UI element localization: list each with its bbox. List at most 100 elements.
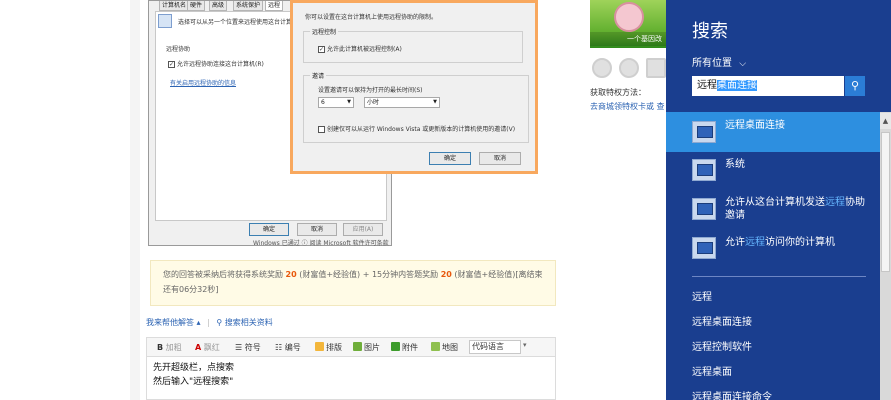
privilege-label: 获取特权方法： <box>590 88 646 97</box>
tab-computer-name[interactable]: 计算机名 <box>159 1 190 11</box>
tab-hardware[interactable]: 硬件 <box>187 1 206 11</box>
duration-unit-select[interactable]: 小时 ▼ <box>364 97 440 108</box>
search-suggestion[interactable]: 远程控制软件 <box>692 338 752 353</box>
duration-value-select[interactable]: 6 ▼ <box>318 97 354 108</box>
answer-link[interactable]: 我来帮他解答 <box>146 318 194 327</box>
scrollbar-thumb[interactable] <box>881 132 890 272</box>
symbol-button[interactable]: ☰ 符号 <box>235 342 261 353</box>
image-button[interactable]: 图片 <box>353 342 380 353</box>
symbol-label: 符号 <box>244 343 261 352</box>
remote-assist-info-link[interactable]: 有关启用远程协助的信息 <box>170 78 236 87</box>
format-button[interactable]: 排版 <box>315 342 342 353</box>
code-language-select[interactable]: 代码语言 <box>469 340 521 354</box>
map-button[interactable]: 地图 <box>431 342 458 353</box>
red-text-icon: A <box>195 343 202 352</box>
results-divider <box>692 276 866 277</box>
search-result-system[interactable]: 系统 <box>666 154 880 186</box>
charm-title: 搜索 <box>692 21 728 42</box>
bold-label: 加粗 <box>165 343 182 352</box>
map-label: 地图 <box>442 343 458 352</box>
result-text-pre: 允许从这台计算机发送 <box>725 197 825 208</box>
link-separator: | <box>207 318 210 327</box>
search-input[interactable]: 远程桌面连接 <box>692 76 844 96</box>
badge-icon[interactable] <box>619 58 639 78</box>
tab-system-protection[interactable]: 系统保护 <box>233 1 264 11</box>
search-scope-label: 所有位置 <box>692 58 732 69</box>
remote-assist-checkbox[interactable]: ✓ <box>168 61 175 68</box>
result-text-pre: 允许 <box>725 237 745 248</box>
search-result-allow-remote[interactable]: 允许远程访问你的计算机 <box>666 232 880 264</box>
settings-ok-button[interactable]: 确定 <box>429 152 471 165</box>
remote-tab-description: 选择可以从另一个位置来远程使用这台计算机的 <box>178 19 305 26</box>
attach-button[interactable]: 附件 <box>391 342 418 353</box>
reward-text: 您的回答被采纳后将获得系统奖励 <box>163 270 283 279</box>
remote-assist-icon <box>692 198 716 220</box>
system-icon <box>692 159 716 181</box>
remote-assist-checkbox-label: 允许远程协助连接这台计算机(R) <box>177 61 264 68</box>
remote-control-checkbox-row[interactable]: ✓ 允许此计算机被远程控制(A) <box>318 44 402 53</box>
vista-only-checkbox-label: 创建仅可以从运行 Windows Vista 或更新版本的计算机使用的邀请(V) <box>327 126 516 133</box>
remote-desktop-icon <box>692 121 716 143</box>
upload-icon <box>391 342 400 351</box>
badge-icon[interactable] <box>592 58 612 78</box>
cancel-button[interactable]: 取消 <box>297 223 337 236</box>
search-scope-selector[interactable]: 所有位置 ⌵ <box>692 54 746 69</box>
wand-icon <box>315 342 324 351</box>
cutout-button[interactable]: A 飘红 <box>195 342 220 353</box>
tab-advanced[interactable]: 高级 <box>209 1 228 11</box>
reward-countdown: 还有06分32秒] <box>163 285 219 294</box>
search-suggestion[interactable]: 远程桌面连接命令 <box>692 388 772 400</box>
invitation-group: 邀请 设置邀请可以保持为打开的最长时间(S) 6 ▼ 小时 ▼ 创建仅可以从运行 W… <box>303 71 529 143</box>
search-result-send-invitation[interactable]: 允许从这台计算机发送远程协助 邀请 <box>666 190 880 228</box>
code-language-text: 代码语言 <box>472 342 504 351</box>
duration-value-text: 6 <box>321 99 325 106</box>
tab-remote[interactable]: 远程 <box>265 1 284 11</box>
badge-icon[interactable] <box>646 58 666 78</box>
chevron-down-icon: ▼ <box>347 99 351 105</box>
privilege-link[interactable]: 去商城领特权卡或 查 <box>590 101 665 112</box>
settings-cancel-button[interactable]: 取消 <box>479 152 521 165</box>
search-button[interactable]: ⚲ <box>845 76 865 96</box>
caret-up-icon: ▴ <box>196 318 201 327</box>
page-strip <box>130 0 140 400</box>
map-icon <box>431 342 440 351</box>
apply-button[interactable]: 应用(A) <box>343 223 383 236</box>
invitation-group-title: 邀请 <box>310 71 327 80</box>
search-result-label: 远程桌面连接 <box>725 119 785 132</box>
answer-editor[interactable]: 先开超级栏，点搜索 然后输入"远程搜索" <box>146 357 556 400</box>
ok-button[interactable]: 确定 <box>249 223 289 236</box>
editor-toolbar: B 加粗 A 飘红 ☰ 符号 ☷ 编号 排版 图片 附件 地图 代码语言 ▾ <box>146 337 556 357</box>
search-icon: ⚲ <box>850 79 860 92</box>
vista-only-checkbox[interactable] <box>318 126 325 133</box>
promo-caption: 一个基因改 <box>590 32 666 46</box>
vista-only-checkbox-row[interactable]: 创建仅可以从运行 Windows Vista 或更新版本的计算机使用的邀请(V) <box>318 124 515 133</box>
result-text-line2: 邀请 <box>725 210 745 221</box>
search-suggestion[interactable]: 远程 <box>692 288 712 303</box>
result-text-pre: 远程 <box>725 120 745 131</box>
remote-assist-checkbox-row[interactable]: ✓ 允许远程协助连接这台计算机(R) <box>168 59 264 68</box>
attach-label: 附件 <box>402 343 418 352</box>
search-related-link[interactable]: 搜索相关资料 <box>225 318 273 327</box>
search-suggestion[interactable]: 远程桌面连接 <box>692 313 752 328</box>
remote-access-icon <box>692 237 716 259</box>
reward-notice: 您的回答被采纳后将获得系统奖励 20 (财富值+经验值) + 15分钟内答题奖励… <box>150 260 556 306</box>
remote-control-checkbox[interactable]: ✓ <box>318 46 325 53</box>
chevron-down-icon[interactable]: ▾ <box>523 341 527 349</box>
image-icon <box>353 342 362 351</box>
result-text-post: 协助 <box>845 197 865 208</box>
search-query-prefix: 远程 <box>697 80 717 91</box>
remote-control-group: 远程控制 ✓ 允许此计算机被远程控制(A) <box>303 27 523 63</box>
result-text-hl: 远程 <box>825 197 845 208</box>
bold-button[interactable]: B 加粗 <box>157 342 182 353</box>
number-button[interactable]: ☷ 编号 <box>275 342 301 353</box>
image-label: 图片 <box>364 343 380 352</box>
reward-points-1: 20 <box>285 270 297 279</box>
scroll-up-icon[interactable]: ▲ <box>880 113 891 129</box>
number-label: 编号 <box>284 343 301 352</box>
result-text-hl: 远程 <box>745 237 765 248</box>
search-result-remote-desktop[interactable]: 远程桌面连接 <box>666 112 880 152</box>
search-result-label: 系统 <box>725 158 745 171</box>
chevron-down-icon: ▼ <box>433 99 437 105</box>
search-suggestion[interactable]: 远程桌面 <box>692 363 732 378</box>
remote-control-checkbox-label: 允许此计算机被远程控制(A) <box>327 46 402 53</box>
